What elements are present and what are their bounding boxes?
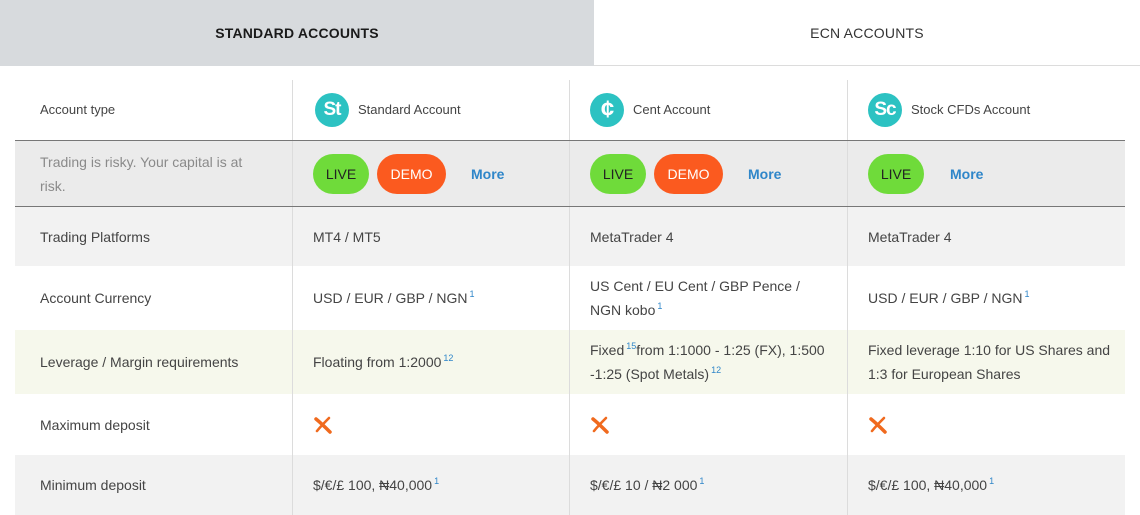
account-name: Standard Account: [358, 102, 461, 117]
row-label: Maximum deposit: [40, 416, 150, 433]
currency-text: USD / EUR / GBP / NGN: [313, 290, 468, 306]
footnote-link[interactable]: 1: [470, 289, 475, 299]
standard-account-header: St Standard Account: [292, 80, 569, 140]
platform-value: MT4 / MT5: [292, 207, 569, 266]
leverage-text: Floating from 1:2000: [313, 354, 442, 370]
risk-warning: Trading is risky. Your capital is at ris…: [40, 153, 243, 194]
account-type-row: Account type St Standard Account ¢ Cent …: [15, 80, 1125, 141]
leverage-text: Fixed: [590, 342, 625, 358]
deposit-text: $/€/£ 100, ₦40,000: [868, 477, 988, 493]
platform-value: MetaTrader 4: [847, 207, 1125, 266]
demo-button[interactable]: DEMO: [377, 153, 446, 194]
deposit-text: $/€/£ 10 / ₦2 000: [590, 477, 698, 493]
leverage-value: Fixed leverage 1:10 for US Shares and 1:…: [847, 330, 1125, 394]
live-button[interactable]: LIVE: [313, 153, 369, 194]
demo-button[interactable]: DEMO: [654, 153, 723, 194]
min-deposit-value: $/€/£ 10 / ₦2 000 1: [569, 455, 847, 515]
currency-text: US Cent / EU Cent / GBP Pence / NGN kobo: [590, 278, 800, 318]
tab-ecn-accounts[interactable]: ECN ACCOUNTS: [594, 0, 1140, 66]
footnote-link[interactable]: 1: [699, 476, 704, 486]
tab-standard-accounts[interactable]: STANDARD ACCOUNTS: [0, 0, 594, 66]
cross-icon: [869, 416, 887, 434]
leverage-row: Leverage / Margin requirements Floating …: [15, 330, 1125, 394]
live-button[interactable]: LIVE: [590, 153, 646, 194]
currency-value: US Cent / EU Cent / GBP Pence / NGN kobo…: [569, 266, 847, 330]
live-button[interactable]: LIVE: [868, 153, 924, 194]
more-link[interactable]: More: [471, 162, 504, 186]
more-link[interactable]: More: [748, 162, 781, 186]
account-tabs: STANDARD ACCOUNTS ECN ACCOUNTS: [0, 0, 1140, 66]
maximum-deposit-row: Maximum deposit: [15, 394, 1125, 455]
cent-account-header: ¢ Cent Account: [569, 80, 847, 140]
max-deposit-value: [569, 394, 847, 455]
leverage-value: Floating from 1:2000 12: [292, 330, 569, 394]
cross-icon: [314, 416, 332, 434]
cent-account-logo-icon: ¢: [590, 93, 624, 127]
min-deposit-value: $/€/£ 100, ₦40,000 1: [847, 455, 1125, 515]
footnote-link[interactable]: 12: [443, 353, 453, 363]
row-label: Account type: [40, 102, 116, 117]
footnote-link[interactable]: 1: [657, 301, 662, 311]
row-label: Leverage / Margin requirements: [40, 354, 239, 370]
account-currency-row: Account Currency USD / EUR / GBP / NGN 1 …: [15, 266, 1125, 330]
minimum-deposit-row: Minimum deposit $/€/£ 100, ₦40,000 1 $/€/…: [15, 455, 1125, 515]
row-label: Trading Platforms: [40, 228, 150, 245]
currency-value: USD / EUR / GBP / NGN 1: [292, 266, 569, 330]
standard-actions: LIVE DEMO More: [292, 141, 569, 206]
stock-cfds-account-header: Sc Stock CFDs Account: [847, 80, 1125, 140]
footnote-link[interactable]: 1: [434, 476, 439, 486]
trading-platforms-row: Trading Platforms MT4 / MT5 MetaTrader 4…: [15, 207, 1125, 266]
account-name: Stock CFDs Account: [911, 102, 1031, 117]
deposit-text: $/€/£ 100, ₦40,000: [313, 477, 433, 493]
max-deposit-value: [847, 394, 1125, 455]
row-label: Account Currency: [40, 290, 152, 306]
stock-cfds-account-logo-icon: Sc: [868, 93, 902, 127]
footnote-link[interactable]: 1: [989, 476, 994, 486]
currency-value: USD / EUR / GBP / NGN 1: [847, 266, 1125, 330]
actions-row: Trading is risky. Your capital is at ris…: [15, 141, 1125, 207]
row-label: Minimum deposit: [40, 477, 146, 493]
stock-cfds-actions: LIVE More: [847, 141, 1125, 206]
currency-text: USD / EUR / GBP / NGN: [868, 290, 1023, 306]
footnote-link[interactable]: 12: [711, 365, 721, 375]
account-comparison-table: Account type St Standard Account ¢ Cent …: [15, 80, 1125, 515]
account-name: Cent Account: [633, 102, 711, 117]
cross-icon: [591, 416, 609, 434]
more-link[interactable]: More: [950, 162, 983, 186]
max-deposit-value: [292, 394, 569, 455]
min-deposit-value: $/€/£ 100, ₦40,000 1: [292, 455, 569, 515]
leverage-value: Fixed 15from 1:1000 - 1:25 (FX), 1:500 -1…: [569, 330, 847, 394]
cent-actions: LIVE DEMO More: [569, 141, 847, 206]
footnote-link[interactable]: 1: [1025, 289, 1030, 299]
footnote-link[interactable]: 15: [626, 341, 636, 351]
standard-account-logo-icon: St: [315, 93, 349, 127]
platform-value: MetaTrader 4: [569, 207, 847, 266]
